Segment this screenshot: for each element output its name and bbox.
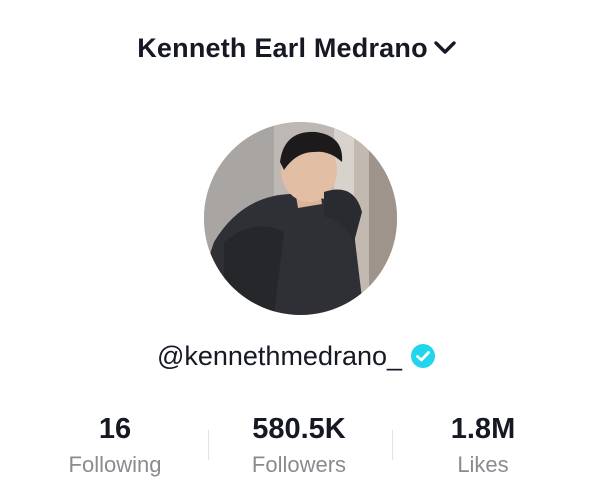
stat-likes[interactable]: 1.8M Likes xyxy=(393,408,573,480)
chevron-down-icon xyxy=(434,41,456,55)
profile-stats: 16 Following 580.5K Followers 1.8M Likes xyxy=(0,408,593,488)
stat-followers-label: Followers xyxy=(251,452,347,477)
profile-display-name: Kenneth Earl Medrano xyxy=(137,32,428,63)
account-switcher[interactable]: Kenneth Earl Medrano xyxy=(137,33,456,64)
profile-header: Kenneth Earl Medrano xyxy=(0,26,593,70)
stat-followers[interactable]: 580.5K Followers xyxy=(209,408,389,480)
stat-likes-label: Likes xyxy=(457,452,509,477)
stat-following[interactable]: 16 Following xyxy=(25,408,205,480)
stat-following-label: Following xyxy=(68,452,162,477)
verified-check-icon xyxy=(410,343,436,369)
username: @kennethmedrano_ xyxy=(156,340,403,371)
profile-page: Kenneth Earl Medrano @kennethmedrano_ 16… xyxy=(0,0,593,496)
stat-followers-value: 580.5K xyxy=(252,413,346,445)
avatar[interactable] xyxy=(204,122,397,315)
username-row: @kennethmedrano_ xyxy=(0,334,593,378)
stat-following-value: 16 xyxy=(98,413,132,445)
stat-likes-value: 1.8M xyxy=(450,413,516,445)
